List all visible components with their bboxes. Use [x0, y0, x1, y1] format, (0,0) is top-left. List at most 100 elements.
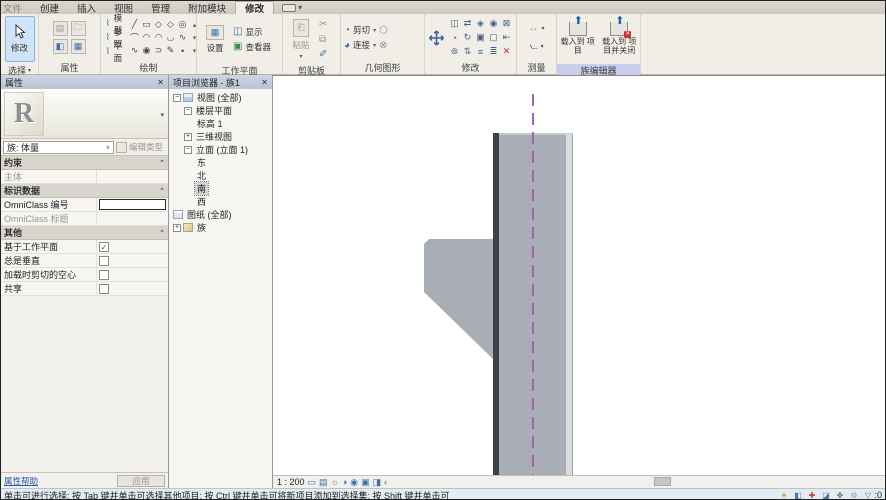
apply-button[interactable]: 应用	[117, 474, 165, 487]
detail-level-icon[interactable]: ▭	[308, 477, 317, 488]
match-type-button[interactable]: ✐	[319, 47, 327, 61]
type-properties-icon[interactable]: ▦	[70, 38, 86, 54]
property-value[interactable]: ✓	[97, 240, 168, 253]
modify-panel-dropdown[interactable]: ▾	[274, 1, 310, 14]
draw-tool-icon[interactable]: ◠	[141, 31, 153, 44]
draw-tool-icon[interactable]: ⌒	[129, 31, 141, 44]
tree-item-south[interactable]: 南	[169, 181, 272, 196]
view-scale-button[interactable]: 1 : 200	[277, 477, 305, 487]
draw-tool-icon[interactable]: ◇	[153, 18, 165, 31]
tab-manage[interactable]: 管理	[142, 1, 179, 15]
modify-tool-icon[interactable]: ↻	[461, 31, 474, 45]
tree-item-east[interactable]: 东	[169, 156, 272, 169]
cut-to-clipboard-button[interactable]: ✂	[319, 17, 327, 31]
expand-icon[interactable]: +	[184, 132, 192, 141]
checkbox-icon[interactable]	[99, 283, 109, 294]
tree-item-level-1[interactable]: 标高 1	[169, 117, 272, 130]
editing-requests-icon[interactable]: ◧	[792, 490, 803, 500]
property-value[interactable]	[97, 212, 168, 225]
draw-tool-icon[interactable]: •	[177, 44, 189, 57]
draw-tool-icon[interactable]: ⊃	[153, 44, 165, 57]
worksharing-icon[interactable]: ✦	[778, 490, 789, 500]
tree-item-views[interactable]: − 视图 (全部)	[169, 91, 272, 104]
modify-tool-icon[interactable]: ⊚	[448, 45, 461, 59]
draw-tool-icon[interactable]: ◇	[165, 18, 177, 31]
temporary-hide-icon[interactable]: ◉	[350, 477, 358, 488]
design-options-icon[interactable]: ◪	[820, 490, 831, 500]
close-icon[interactable]: ✕	[157, 78, 164, 87]
viewer-button[interactable]: ▣ 查看器	[233, 40, 271, 54]
modify-tool-icon[interactable]: ◫	[448, 17, 461, 31]
drag-elements-icon[interactable]: ✥	[834, 490, 845, 500]
draw-tool-icon[interactable]: ╱	[129, 18, 141, 31]
mass-gusset-shape[interactable]	[424, 239, 493, 359]
tab-create[interactable]: 创建	[31, 1, 68, 15]
modify-tool-icon[interactable]: ⇅	[461, 45, 474, 59]
load-into-project-button[interactable]: ⬆ 载入到 项目	[560, 16, 596, 62]
checkbox-checked-icon[interactable]: ✓	[99, 241, 109, 252]
draw-mode-2[interactable]: ⌇ 平面	[104, 41, 126, 63]
tree-item-west[interactable]: 西	[169, 195, 272, 208]
move-tool-icon[interactable]	[428, 27, 445, 49]
draw-tool-icon[interactable]: ∿	[129, 44, 141, 57]
family-types-icon[interactable]: ◧	[52, 38, 68, 54]
reference-centerline[interactable]	[532, 94, 534, 475]
property-value[interactable]	[97, 254, 168, 267]
modify-tool-icon[interactable]: ≡	[474, 45, 487, 59]
set-work-plane-button[interactable]: ▦ 设置	[200, 16, 230, 62]
project-browser-title-bar[interactable]: 项目浏览器 - 族1 ✕	[169, 75, 272, 89]
mass-column-highlight[interactable]	[566, 133, 573, 475]
property-section-header[interactable]: 其他 ⌃	[1, 226, 168, 240]
tree-item-families[interactable]: + 族	[169, 221, 272, 234]
chevron-down-icon[interactable]: ▾	[160, 111, 164, 119]
edit-type-button[interactable]: 编辑类型	[116, 141, 168, 153]
crop-region-icon[interactable]: ◨	[373, 477, 382, 488]
sun-path-icon[interactable]: ☼	[331, 477, 339, 488]
shadows-icon[interactable]: ◑	[342, 477, 347, 488]
property-section-header[interactable]: 标识数据 ⌃	[1, 184, 168, 198]
copy-to-clipboard-button[interactable]: ⧉	[319, 32, 327, 46]
modify-tool-icon[interactable]: ⊠	[500, 17, 513, 31]
property-section-header[interactable]: 约束 ⌃	[1, 156, 168, 170]
draw-tool-icon[interactable]: ✎	[165, 44, 177, 57]
filter-icon[interactable]: ▽	[862, 490, 873, 500]
tree-item-elevations[interactable]: − 立面 (立面 1)	[169, 143, 272, 156]
load-into-project-close-button[interactable]: ⬆ ✕ 载入到 项目并关闭	[602, 16, 638, 62]
tree-item-sheets[interactable]: 图纸 (全部)	[169, 208, 272, 221]
crop-view-icon[interactable]: ▣	[361, 477, 370, 488]
drawing-canvas[interactable]: 1 : 200 ▭ ▤ ☼ ◑ ◉ ▣ ◨ ‹	[273, 75, 885, 488]
show-work-plane-button[interactable]: ◫ 显示	[233, 25, 271, 39]
type-selector-preview[interactable]: R ▾	[1, 89, 168, 139]
modify-tool-icon[interactable]: ◔	[448, 31, 461, 45]
collapse-view-bar-icon[interactable]: ‹	[384, 477, 387, 487]
gear-icon[interactable]: ⚙	[848, 490, 859, 500]
tree-item-floor-plans[interactable]: − 楼层平面	[169, 104, 272, 117]
properties-help-link[interactable]: 属性帮助	[4, 475, 38, 487]
family-category-icon[interactable]: 🗀	[70, 20, 86, 36]
tree-item-3d-views[interactable]: + 三维视图	[169, 130, 272, 143]
collapse-icon[interactable]: −	[173, 93, 181, 102]
modify-tool-icon[interactable]: ≣	[487, 45, 500, 59]
modify-tool-icon[interactable]: ▢	[487, 31, 500, 45]
checkbox-icon[interactable]	[99, 269, 109, 280]
horizontal-scrollbar-thumb[interactable]	[654, 477, 671, 486]
property-value[interactable]	[97, 268, 168, 281]
measure-angle-button[interactable]: ⦦ ▾	[529, 40, 543, 54]
expand-icon[interactable]: +	[173, 223, 181, 232]
measure-between-refs-button[interactable]: ↔ ▾	[528, 22, 544, 36]
join-geometry-button[interactable]: ◕ 连接 ▾ ⊗	[344, 38, 388, 52]
modify-tool-icon[interactable]: ✕	[500, 45, 513, 59]
property-value[interactable]	[97, 282, 168, 295]
modify-tool-icon[interactable]: ⇤	[500, 31, 513, 45]
modify-tool-icon[interactable]: ◉	[487, 17, 500, 31]
modify-tool-icon[interactable]: ◈	[474, 17, 487, 31]
tab-addins[interactable]: 附加模块	[179, 1, 235, 15]
properties-title-bar[interactable]: 属性 ✕	[1, 75, 168, 89]
collapse-icon[interactable]: −	[184, 145, 192, 154]
modify-tool-button[interactable]: 修改	[4, 16, 35, 62]
visual-style-icon[interactable]: ▤	[319, 477, 328, 488]
cut-geometry-button[interactable]: ◔ 剪切 ▾ ⬡	[344, 23, 388, 37]
draw-tool-icon[interactable]: ∿	[177, 31, 189, 44]
family-filter-select[interactable]: 族: 体量 ∨	[3, 140, 114, 154]
elevation-view[interactable]	[273, 76, 885, 475]
